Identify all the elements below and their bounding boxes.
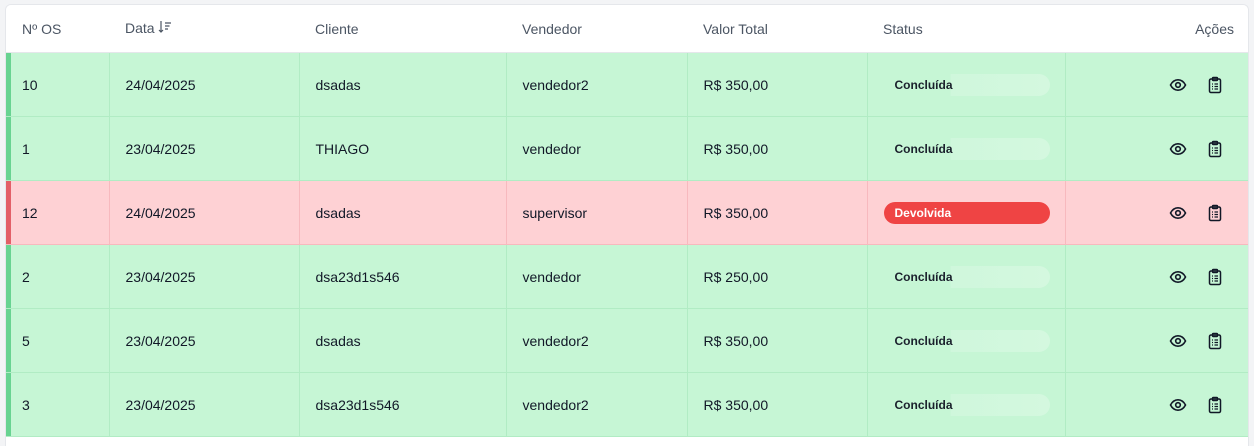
cell-status: Concluída — [867, 244, 1066, 309]
cell-seller: vendedor — [506, 116, 688, 181]
table-row[interactable]: 1 23/04/2025 THIAGO vendedor R$ 350,00 C… — [6, 116, 1248, 181]
cell-client: dsadas — [299, 52, 507, 117]
table-row[interactable]: 2 23/04/2025 dsa23d1s546 vendedor R$ 250… — [6, 244, 1248, 309]
status-badge: Concluída — [883, 329, 1050, 352]
eye-icon[interactable] — [1169, 268, 1187, 286]
cell-status: Concluída — [867, 308, 1066, 373]
cell-os: 5 — [6, 308, 110, 373]
header-row: Nº OS Data Cliente Vendedor Valor Total … — [6, 5, 1248, 53]
header-seller[interactable]: Vendedor — [506, 5, 687, 53]
header-total[interactable]: Valor Total — [687, 5, 867, 53]
clipboard-list-icon[interactable] — [1206, 76, 1224, 94]
cell-status: Concluída — [867, 52, 1066, 117]
cell-os: 1 — [6, 116, 110, 181]
table-header: Nº OS Data Cliente Vendedor Valor Total … — [6, 5, 1248, 53]
cell-total: R$ 250,00 — [687, 244, 868, 309]
header-status[interactable]: Status — [867, 5, 1065, 53]
orders-table: Nº OS Data Cliente Vendedor Valor Total … — [6, 5, 1248, 437]
clipboard-list-icon[interactable] — [1206, 204, 1224, 222]
cell-total: R$ 350,00 — [687, 308, 868, 373]
cell-client: dsadas — [299, 308, 507, 373]
cell-actions — [1065, 372, 1248, 437]
cell-os: 12 — [6, 180, 110, 245]
table-body: 10 24/04/2025 dsadas vendedor2 R$ 350,00… — [6, 52, 1248, 437]
cell-date: 24/04/2025 — [109, 52, 300, 117]
orders-table-container: Nº OS Data Cliente Vendedor Valor Total … — [5, 4, 1249, 446]
cell-total: R$ 350,00 — [687, 116, 868, 181]
eye-icon[interactable] — [1169, 76, 1187, 94]
clipboard-list-icon[interactable] — [1206, 140, 1224, 158]
cell-actions — [1065, 116, 1248, 181]
status-badge: Concluída — [883, 393, 1050, 416]
cell-date: 23/04/2025 — [109, 308, 300, 373]
eye-icon[interactable] — [1169, 396, 1187, 414]
cell-client: dsadas — [299, 180, 507, 245]
header-date[interactable]: Data — [109, 5, 299, 53]
cell-seller: vendedor2 — [506, 52, 688, 117]
cell-seller: supervisor — [506, 180, 688, 245]
status-badge: Concluída — [883, 265, 1050, 288]
clipboard-list-icon[interactable] — [1206, 268, 1224, 286]
eye-icon[interactable] — [1169, 140, 1187, 158]
cell-os: 10 — [6, 52, 110, 117]
cell-seller: vendedor2 — [506, 308, 688, 373]
sort-descending-icon[interactable] — [158, 20, 172, 37]
cell-status: Concluída — [867, 372, 1066, 437]
cell-total: R$ 350,00 — [687, 180, 868, 245]
cell-client: THIAGO — [299, 116, 507, 181]
cell-actions — [1065, 244, 1248, 309]
cell-actions — [1065, 52, 1248, 117]
status-badge: Concluída — [883, 73, 1050, 96]
clipboard-list-icon[interactable] — [1206, 396, 1224, 414]
cell-status: Concluída — [867, 116, 1066, 181]
cell-actions — [1065, 308, 1248, 373]
status-badge: Devolvida — [883, 201, 1050, 224]
cell-date: 23/04/2025 — [109, 244, 300, 309]
cell-seller: vendedor2 — [506, 372, 688, 437]
cell-date: 23/04/2025 — [109, 116, 300, 181]
cell-os: 2 — [6, 244, 110, 309]
cell-seller: vendedor — [506, 244, 688, 309]
cell-total: R$ 350,00 — [687, 52, 868, 117]
cell-total: R$ 350,00 — [687, 372, 868, 437]
clipboard-list-icon[interactable] — [1206, 332, 1224, 350]
cell-os: 3 — [6, 372, 110, 437]
table-row[interactable]: 3 23/04/2025 dsa23d1s546 vendedor2 R$ 35… — [6, 372, 1248, 437]
cell-client: dsa23d1s546 — [299, 244, 507, 309]
cell-client: dsa23d1s546 — [299, 372, 507, 437]
cell-date: 23/04/2025 — [109, 372, 300, 437]
cell-status: Devolvida — [867, 180, 1066, 245]
eye-icon[interactable] — [1169, 332, 1187, 350]
cell-actions — [1065, 180, 1248, 245]
header-os[interactable]: Nº OS — [6, 5, 109, 53]
cell-date: 24/04/2025 — [109, 180, 300, 245]
table-row[interactable]: 10 24/04/2025 dsadas vendedor2 R$ 350,00… — [6, 52, 1248, 117]
eye-icon[interactable] — [1169, 204, 1187, 222]
header-actions: Ações — [1065, 5, 1248, 53]
header-client[interactable]: Cliente — [299, 5, 506, 53]
status-badge: Concluída — [883, 137, 1050, 160]
table-row[interactable]: 12 24/04/2025 dsadas supervisor R$ 350,0… — [6, 180, 1248, 245]
table-row[interactable]: 5 23/04/2025 dsadas vendedor2 R$ 350,00 … — [6, 308, 1248, 373]
